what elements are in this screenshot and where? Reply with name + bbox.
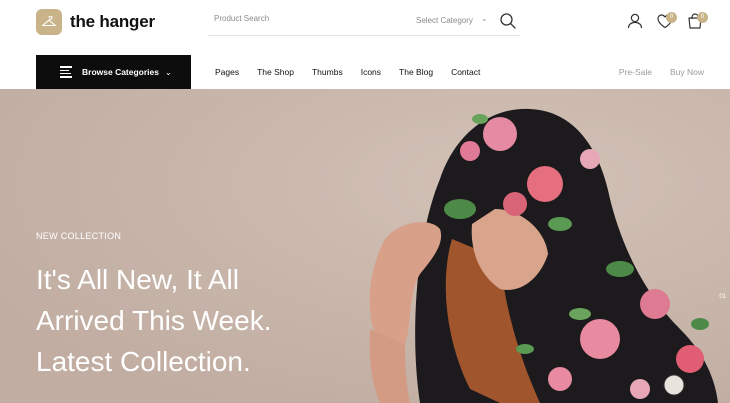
- nav-link-pages[interactable]: Pages: [215, 67, 239, 77]
- top-header: the hanger Select Category ⌄ 0 0: [0, 0, 730, 44]
- hero-title-line: It's All New, It All: [36, 264, 239, 295]
- nav-link-pre-sale[interactable]: Pre-Sale: [619, 67, 652, 77]
- search-bar: Select Category ⌄: [208, 8, 520, 36]
- user-icon[interactable]: [625, 11, 645, 31]
- main-navigation: Browse Categories ⌄ Pages The Shop Thumb…: [0, 55, 730, 89]
- hero-eyebrow: NEW COLLECTION: [36, 231, 122, 241]
- logo[interactable]: the hanger: [36, 9, 155, 35]
- hanger-icon: [36, 9, 62, 35]
- browse-categories-label: Browse Categories: [82, 67, 159, 77]
- nav-link-contact[interactable]: Contact: [451, 67, 480, 77]
- hero-title: It's All New, It All Arrived This Week. …: [36, 259, 356, 382]
- slide-number[interactable]: 01: [719, 294, 726, 300]
- hero-banner: NEW COLLECTION It's All New, It All Arri…: [0, 89, 730, 403]
- nav-link-buy-now[interactable]: Buy Now: [670, 67, 704, 77]
- hero-title-line: Arrived This Week.: [36, 305, 272, 336]
- nav-link-thumbs[interactable]: Thumbs: [312, 67, 343, 77]
- chevron-down-icon: ⌄: [481, 14, 488, 23]
- nav-links: Pages The Shop Thumbs Icons The Blog Con…: [215, 67, 498, 77]
- chevron-down-icon: ⌄: [165, 67, 172, 77]
- category-select[interactable]: Select Category: [416, 16, 473, 25]
- brand-name: the hanger: [70, 12, 155, 31]
- nav-link-the-shop[interactable]: The Shop: [257, 67, 294, 77]
- nav-link-the-blog[interactable]: The Blog: [399, 67, 433, 77]
- nav-secondary-links: Pre-Sale Buy Now: [601, 67, 704, 77]
- browse-categories-button[interactable]: Browse Categories ⌄: [36, 55, 191, 89]
- hero-title-line: Latest Collection.: [36, 346, 251, 377]
- nav-link-icons[interactable]: Icons: [361, 67, 381, 77]
- cart-count-badge: 0: [697, 12, 708, 23]
- search-input[interactable]: [214, 14, 394, 23]
- wishlist-count-badge: 0: [666, 12, 677, 23]
- search-icon[interactable]: [498, 11, 518, 31]
- menu-icon: [60, 64, 72, 80]
